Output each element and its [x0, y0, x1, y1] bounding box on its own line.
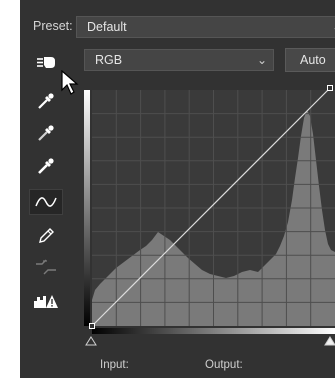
output-gradient-bar [84, 90, 90, 326]
mouse-pointer-icon [61, 70, 79, 95]
input-label: Input: [100, 359, 129, 371]
curves-properties-panel: Preset: Default ⌄ [20, 0, 335, 378]
curve-point-black[interactable] [89, 323, 95, 329]
curve-graph[interactable] [20, 0, 335, 378]
output-label: Output: [205, 359, 243, 371]
white-input-slider[interactable] [324, 336, 335, 346]
input-gradient-bar [92, 328, 335, 334]
black-input-slider[interactable] [85, 336, 97, 346]
curve-point-white[interactable] [327, 85, 333, 91]
